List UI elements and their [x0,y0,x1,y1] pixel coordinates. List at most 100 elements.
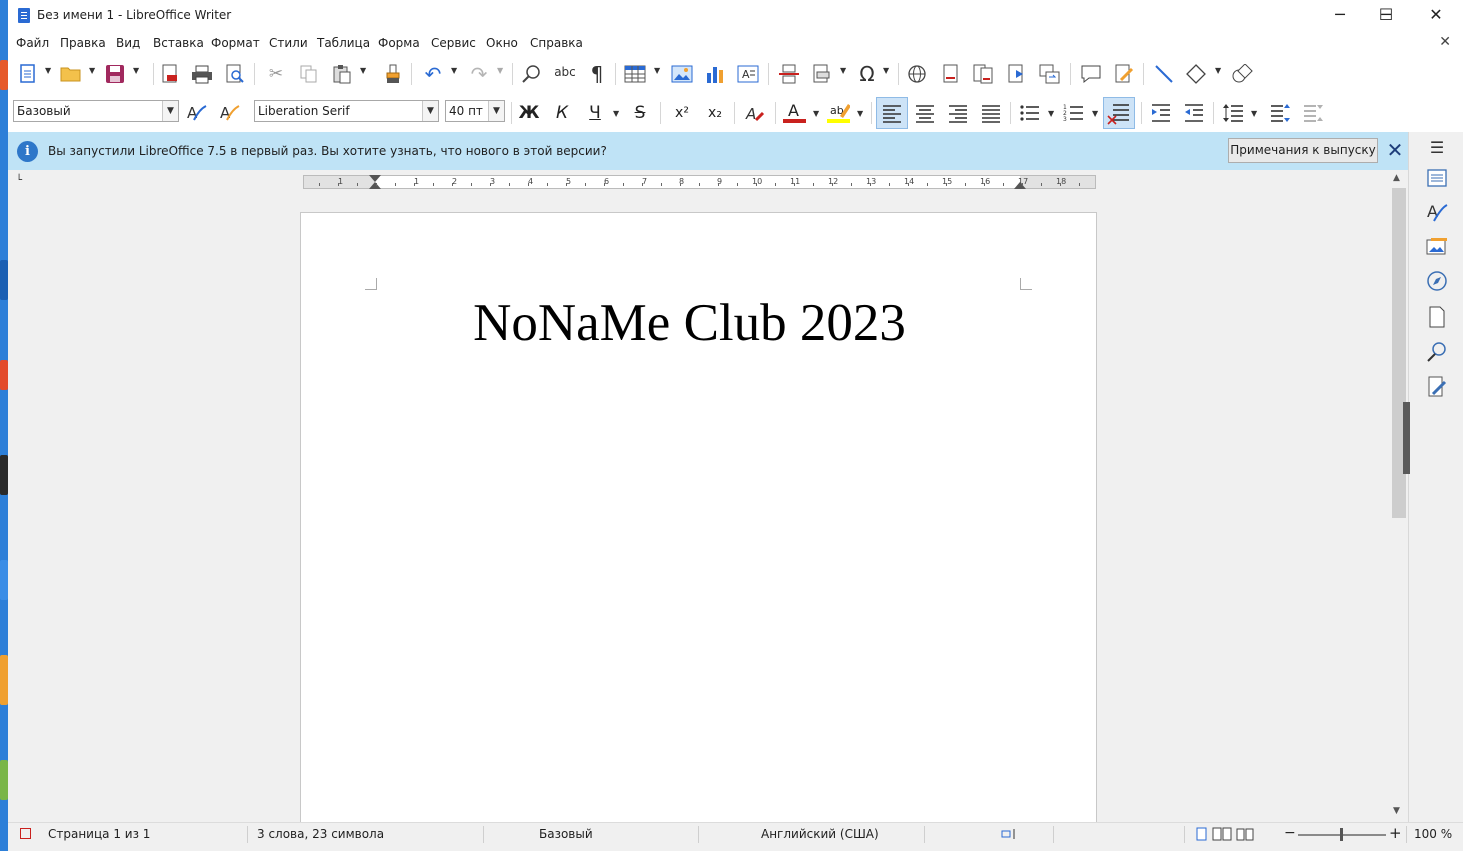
minimize-button[interactable]: ─ [1317,0,1363,32]
menu-icon[interactable]: ☰ [1425,135,1449,159]
book-view-icon[interactable] [1236,827,1254,844]
align-left-button[interactable] [876,97,908,129]
horizontal-ruler[interactable]: 1 1 2 3 4 5 6 7 8 9 10 11 12 13 14 15 16… [303,175,1096,189]
selection-mode-icon[interactable] [1001,828,1017,840]
menu-form[interactable]: Форма [378,36,420,50]
zoom-out-button[interactable]: − [1284,825,1296,841]
zoom-slider-thumb[interactable] [1340,828,1343,841]
line-spacing-icon[interactable] [1221,101,1245,125]
comment-icon[interactable] [1079,62,1103,86]
strikethrough-button[interactable]: S [628,101,652,125]
chevron-down-icon[interactable]: ▼ [883,66,889,75]
vertical-scrollbar[interactable]: ▲ ▼ [1390,170,1408,822]
font-size-combo[interactable]: 40 пт ▼ [445,100,505,122]
language[interactable]: Английский (США) [761,827,879,841]
clone-formatting-icon[interactable] [381,62,405,86]
chevron-down-icon[interactable]: ▼ [840,66,846,75]
underline-button[interactable]: Ч [583,101,607,125]
new-document-icon[interactable] [16,62,40,86]
undo-icon[interactable]: ↶ [421,62,445,86]
right-indent-marker[interactable] [1014,182,1026,189]
increase-indent-icon[interactable] [1149,101,1173,125]
chevron-down-icon[interactable]: ▼ [1215,66,1221,75]
scroll-up-icon[interactable]: ▲ [1393,173,1400,183]
left-indent-marker[interactable] [369,182,381,189]
export-pdf-icon[interactable] [158,62,182,86]
single-page-view-icon[interactable] [1196,827,1208,844]
font-color-icon[interactable]: A [782,100,806,124]
save-icon[interactable] [103,62,127,86]
chevron-down-icon[interactable]: ▼ [45,66,51,75]
close-document-button[interactable]: ✕ [1439,34,1451,50]
page-icon[interactable] [1425,305,1449,329]
formatting-marks-icon[interactable]: ¶ [585,62,609,86]
first-line-indent-marker[interactable] [369,175,381,182]
multi-page-view-icon[interactable] [1212,827,1232,844]
ordered-list-icon[interactable]: 123 [1062,101,1086,125]
page-count[interactable]: Страница 1 из 1 [48,827,150,841]
document-page[interactable]: NoNaMe Club 2023 [300,212,1097,832]
chevron-down-icon[interactable]: ▼ [1092,109,1098,118]
redo-icon[interactable]: ↷ [467,62,491,86]
menu-tools[interactable]: Сервис [431,36,476,50]
scroll-down-icon[interactable]: ▼ [1393,806,1400,816]
sidebar-collapse-handle[interactable] [1403,402,1410,474]
update-style-icon[interactable]: A [185,101,209,125]
release-notes-button[interactable]: Примечания к выпуску [1228,138,1378,163]
find-replace-icon[interactable] [520,62,544,86]
chevron-down-icon[interactable]: ▼ [89,66,95,75]
spellcheck-icon[interactable]: abc [553,60,577,84]
clear-formatting-icon[interactable]: A [743,101,767,125]
footnote-icon[interactable] [939,62,963,86]
decrease-paragraph-spacing-icon[interactable] [1301,101,1325,125]
insert-table-icon[interactable] [623,62,647,86]
paste-icon[interactable] [330,62,354,86]
chevron-down-icon[interactable]: ▼ [813,109,819,118]
insert-textbox-icon[interactable]: A [736,62,760,86]
chevron-down-icon[interactable]: ▼ [133,66,139,75]
document-text[interactable]: NoNaMe Club 2023 [301,293,1078,353]
italic-button[interactable]: К [550,101,574,125]
page-break-icon[interactable] [777,62,801,86]
line-icon[interactable] [1152,62,1176,86]
navigator-icon[interactable] [1425,269,1449,293]
print-preview-icon[interactable] [223,62,247,86]
insert-field-icon[interactable] [810,62,834,86]
align-justify-icon[interactable] [979,101,1003,125]
copy-icon[interactable] [297,62,321,86]
chevron-down-icon[interactable]: ▼ [451,66,457,75]
decrease-indent-icon[interactable] [1182,101,1206,125]
superscript-button[interactable]: x² [670,101,694,125]
no-list-button[interactable] [1103,97,1135,129]
properties-icon[interactable] [1425,166,1449,190]
insert-chart-icon[interactable] [703,62,727,86]
manage-changes-icon[interactable] [1425,375,1449,399]
cut-icon[interactable]: ✂ [264,62,288,86]
maximize-button[interactable]: ☐ [1363,0,1409,32]
menu-table[interactable]: Таблица [317,36,370,50]
highlight-color-icon[interactable]: ab [826,100,850,124]
style-inspector-icon[interactable] [1425,340,1449,364]
track-changes-icon[interactable] [1112,62,1136,86]
hyperlink-icon[interactable] [906,62,930,86]
chevron-down-icon[interactable]: ▼ [654,66,660,75]
menu-format[interactable]: Формат [211,36,260,50]
menu-file[interactable]: Файл [16,36,49,50]
increase-paragraph-spacing-icon[interactable] [1268,101,1292,125]
close-window-button[interactable]: ✕ [1413,0,1459,32]
subscript-button[interactable]: x₂ [703,101,727,125]
endnote-icon[interactable] [972,62,996,86]
align-center-icon[interactable] [913,101,937,125]
chevron-down-icon[interactable]: ▼ [613,109,619,118]
page-style[interactable]: Базовый [539,827,593,841]
chevron-down-icon[interactable]: ▼ [1251,109,1257,118]
align-right-icon[interactable] [946,101,970,125]
chevron-down-icon[interactable]: ▼ [422,101,438,121]
special-character-icon[interactable]: Ω [855,62,879,86]
chevron-down-icon[interactable]: ▼ [1048,109,1054,118]
menu-window[interactable]: Окно [486,36,518,50]
menu-view[interactable]: Вид [116,36,140,50]
font-name-combo[interactable]: Liberation Serif ▼ [254,100,439,122]
insert-image-icon[interactable] [670,62,694,86]
bold-button[interactable]: Ж [517,101,541,125]
